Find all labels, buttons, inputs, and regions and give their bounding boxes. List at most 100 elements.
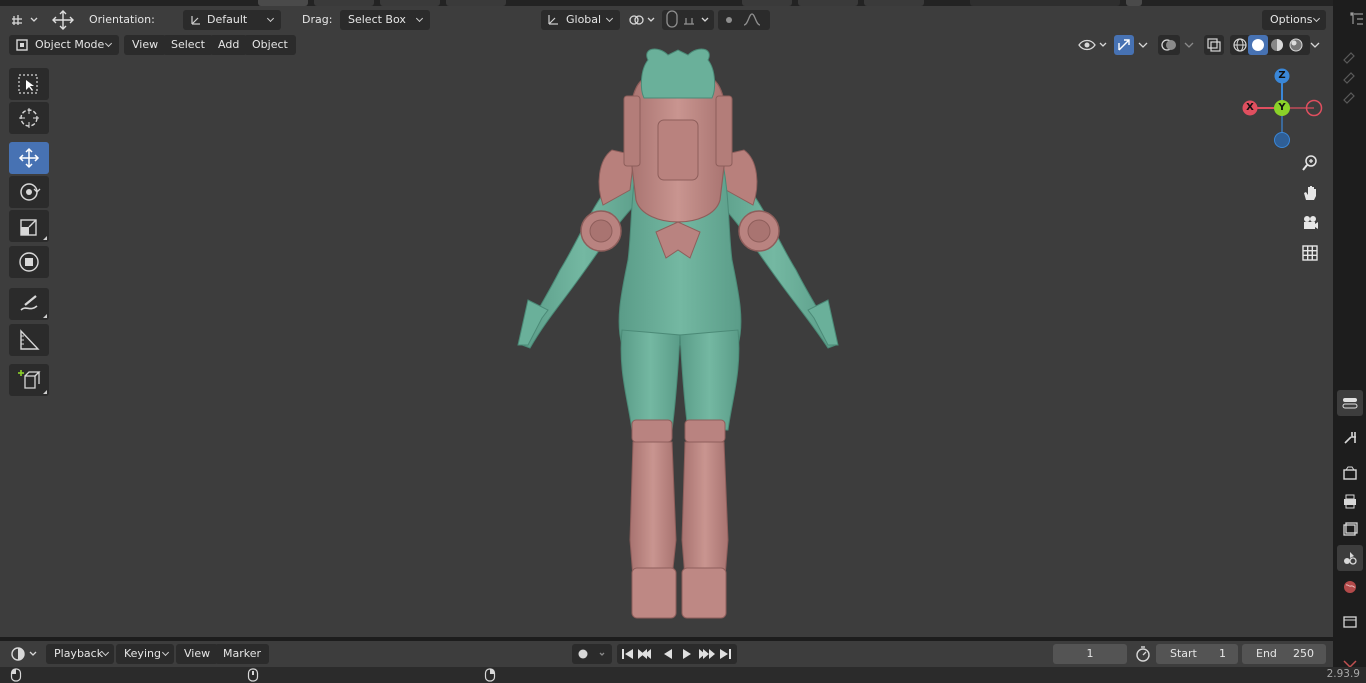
menu-view[interactable]: View: [124, 35, 167, 55]
mode-dropdown[interactable]: Object Mode: [9, 35, 119, 55]
stopwatch-icon: [1136, 646, 1150, 662]
tool-add-cube[interactable]: [9, 364, 49, 396]
menu-select[interactable]: Select: [163, 35, 213, 55]
workspace-tab[interactable]: [864, 0, 924, 6]
workspace-tab[interactable]: [314, 0, 374, 6]
snap-magnet-icon: [666, 10, 709, 28]
current-frame-value: 1: [1086, 647, 1094, 660]
tab-render[interactable]: [1337, 460, 1363, 486]
eye-icon: [1078, 39, 1107, 51]
image-stack-icon: [1343, 522, 1358, 536]
toggle-icon: [1342, 398, 1358, 409]
tab-scene[interactable]: [1337, 545, 1363, 571]
menu-playback[interactable]: Playback: [46, 644, 114, 664]
timeline-header: Playback Keying View Marker 1 Start 1 En…: [0, 641, 1333, 667]
workspace-tab[interactable]: [446, 0, 506, 6]
tool-scale[interactable]: [9, 210, 49, 242]
rendered-sphere-icon: [1289, 38, 1303, 52]
tab-object[interactable]: [1337, 654, 1363, 669]
box-icon: [1343, 616, 1357, 628]
wireframe-sphere-icon: [1233, 38, 1247, 52]
overlays-toggle[interactable]: [1158, 35, 1180, 55]
end-frame-field[interactable]: End 250: [1242, 644, 1326, 664]
chevron-down-icon: [267, 15, 275, 23]
proportional-falloff-icon: [726, 13, 761, 26]
character-model[interactable]: [0, 33, 1333, 637]
tab-output[interactable]: [1337, 488, 1363, 514]
clock-editor-icon: [11, 647, 37, 661]
tab-collection[interactable]: [1337, 608, 1363, 634]
gizmo-toggle[interactable]: [1114, 35, 1134, 55]
workspace-tab[interactable]: [970, 0, 1120, 6]
tab-view-layer[interactable]: [1337, 516, 1363, 542]
mouse-left-icon: [10, 668, 22, 682]
tool-select-box[interactable]: [9, 68, 49, 100]
tool-transform[interactable]: [9, 246, 49, 278]
shading-dropdown[interactable]: [1306, 35, 1324, 55]
pivot-point-dropdown[interactable]: [626, 10, 658, 30]
move-icon: [18, 147, 40, 169]
workspace-tab[interactable]: [258, 0, 308, 6]
tool-rotate[interactable]: [9, 176, 49, 208]
workspace-tab[interactable]: [1126, 0, 1142, 6]
outliner-region: [1343, 12, 1363, 104]
current-frame-field[interactable]: 1: [1053, 644, 1127, 664]
zoom-button[interactable]: [1297, 150, 1323, 176]
gizmo-dropdown[interactable]: [1134, 35, 1152, 55]
use-preview-range-toggle[interactable]: [1133, 644, 1153, 664]
proportional-edit-group[interactable]: [718, 10, 770, 30]
visibility-dropdown[interactable]: [1076, 35, 1110, 55]
camera-view-button[interactable]: [1297, 210, 1323, 236]
menu-timeline-view[interactable]: View: [176, 644, 219, 664]
tab-world[interactable]: [1337, 574, 1363, 600]
options-dropdown[interactable]: Options: [1262, 10, 1326, 30]
menu-object[interactable]: Object: [244, 35, 296, 55]
workspace-tab[interactable]: [798, 0, 858, 6]
tool-variants-indicator: [43, 314, 47, 318]
workspace-tab[interactable]: [742, 0, 792, 6]
printer-icon: [1344, 494, 1356, 509]
xray-icon: [1207, 38, 1221, 52]
overlay-icon: [1161, 39, 1176, 51]
menu-keying[interactable]: Keying: [116, 644, 174, 664]
tool-move[interactable]: [9, 142, 49, 174]
timeline-editor-type[interactable]: [8, 644, 40, 664]
wireframe-shading-button[interactable]: [1230, 35, 1250, 55]
editor-type-button[interactable]: [8, 10, 40, 30]
tool-variants-indicator: [43, 236, 47, 240]
material-shading-button[interactable]: [1267, 35, 1287, 55]
3d-viewport[interactable]: Z Y X: [0, 33, 1333, 637]
solid-shading-button[interactable]: [1248, 35, 1268, 55]
tab-tool[interactable]: [1337, 424, 1363, 450]
transform-orientation-value: Global: [566, 13, 602, 26]
menu-add[interactable]: Add: [210, 35, 248, 55]
orientation-dropdown[interactable]: Default: [183, 10, 281, 30]
snap-group[interactable]: [662, 10, 714, 30]
pan-button[interactable]: [1297, 180, 1323, 206]
object-mode-icon: [16, 39, 28, 51]
drag-dropdown[interactable]: Select Box: [340, 10, 430, 30]
workspace-tab[interactable]: [380, 0, 440, 6]
options-label: Options: [1270, 13, 1313, 26]
chevron-down-icon: [416, 15, 424, 23]
tool-annotate[interactable]: [9, 288, 49, 320]
mode-value: Object Mode: [35, 38, 105, 51]
tab-tool-settings[interactable]: [1337, 390, 1363, 416]
transform-pivot-button[interactable]: [50, 8, 76, 32]
rendered-shading-button[interactable]: [1286, 35, 1306, 55]
end-label: End: [1256, 647, 1277, 660]
auto-keying-toggle[interactable]: [572, 644, 612, 664]
tool-measure[interactable]: [9, 324, 49, 356]
overlays-dropdown[interactable]: [1180, 35, 1198, 55]
gizmo-x-label: X: [1246, 102, 1254, 113]
xray-toggle[interactable]: [1204, 35, 1224, 55]
version-label: 2.93.9: [1326, 668, 1360, 680]
menu-marker[interactable]: Marker: [215, 644, 270, 664]
move-arrows-icon: [52, 10, 74, 30]
ortho-toggle-button[interactable]: [1297, 240, 1323, 266]
tool-cursor[interactable]: [9, 102, 49, 134]
start-frame-field[interactable]: Start 1: [1156, 644, 1238, 664]
transform-orientation-dropdown[interactable]: Global: [541, 10, 620, 30]
record-icon: [578, 649, 605, 659]
playback-controls: [617, 644, 737, 664]
